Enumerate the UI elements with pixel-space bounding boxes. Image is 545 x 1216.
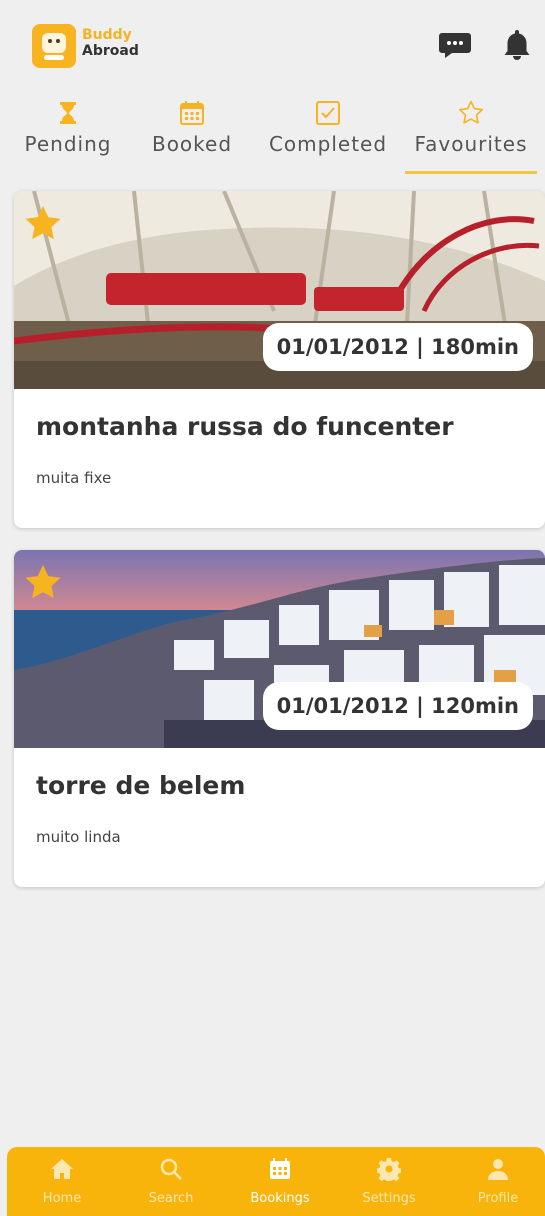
brand-line-2: Abroad [82,43,139,59]
search-icon [160,1158,182,1180]
nav-settings[interactable]: Settings [339,1147,439,1216]
tab-label: Pending [24,132,112,156]
calendar-icon [180,101,204,125]
booking-status-tabs: Pending Booked Completed Favourites [0,96,545,176]
card-description: muita fixe [36,469,112,487]
chat-icon[interactable] [439,32,471,58]
home-icon [51,1159,73,1179]
date-duration-badge: 01/01/2012 | 180min [262,323,533,371]
nav-profile[interactable]: Profile [448,1147,545,1216]
card-image: 01/01/2012 | 180min [14,191,545,389]
tab-pending[interactable]: Pending [18,96,118,174]
bottom-navigation: Home Search Bookings Settings Profile [7,1147,545,1216]
card-title: montanha russa do funcenter [36,412,454,441]
gear-icon [377,1158,401,1181]
app-logo [32,24,76,68]
brand-line-1: Buddy [82,27,132,43]
card-image: 01/01/2012 | 120min [14,550,545,748]
star-outline-icon [459,100,483,124]
bell-icon[interactable] [500,28,534,62]
calendar-icon [270,1158,290,1179]
nav-label: Home [42,1191,82,1206]
nav-search[interactable]: Search [121,1147,221,1216]
nav-label: Settings [362,1191,416,1206]
booking-card[interactable]: 01/01/2012 | 120min torre de belem muito… [14,550,545,887]
card-description: muito linda [36,828,121,846]
hourglass-icon [60,102,76,124]
card-title: torre de belem [36,771,246,800]
tab-favourites[interactable]: Favourites [405,96,537,174]
date-duration-badge: 01/01/2012 | 120min [262,682,533,730]
favourite-star-icon[interactable] [24,564,62,600]
brand-name: Buddy Abroad [82,27,139,59]
tab-label: Booked [151,132,233,156]
nav-bookings[interactable]: Bookings [230,1147,330,1216]
person-icon [488,1159,508,1180]
nav-label: Search [148,1191,194,1206]
checkbox-icon [316,101,340,125]
tab-label: Completed [268,132,388,156]
tab-completed[interactable]: Completed [268,96,388,174]
favourite-star-icon[interactable] [24,205,62,241]
booking-card[interactable]: 01/01/2012 | 180min montanha russa do fu… [14,191,545,528]
tab-label: Favourites [414,132,528,156]
app-header: Buddy Abroad [0,0,545,92]
nav-home[interactable]: Home [12,1147,112,1216]
nav-label: Bookings [250,1191,310,1206]
tab-booked[interactable]: Booked [142,96,242,174]
nav-label: Profile [477,1191,519,1206]
